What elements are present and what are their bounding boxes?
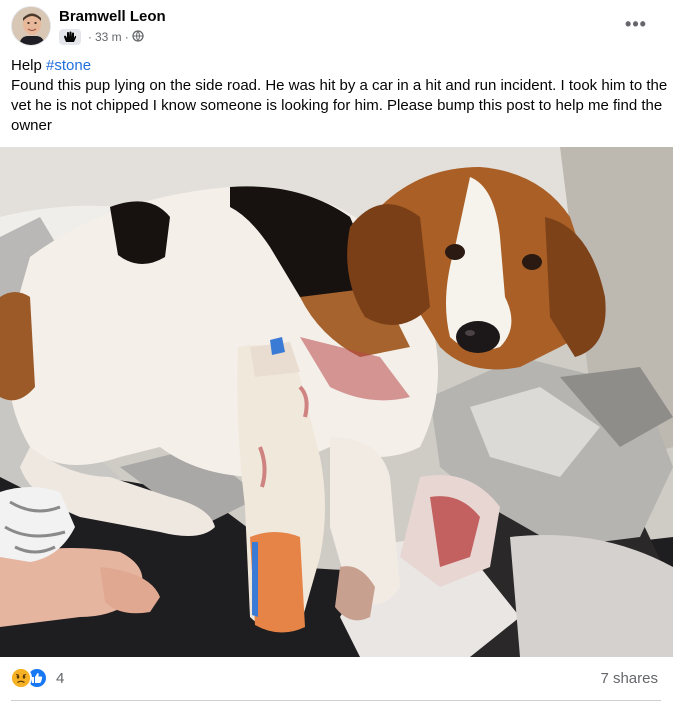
- post-header: Bramwell Leon · 33 m · •••: [0, 0, 690, 54]
- post-text-prefix: Help: [11, 57, 47, 74]
- post-photo[interactable]: [0, 147, 673, 657]
- reaction-count: 4: [56, 669, 65, 687]
- meta-separator: ·: [88, 30, 92, 44]
- avatar-image: [12, 7, 50, 45]
- shares-count[interactable]: 7 shares: [600, 670, 658, 687]
- author-name[interactable]: Bramwell Leon: [59, 8, 166, 25]
- hashtag-link[interactable]: #stone: [46, 57, 91, 74]
- post-body: Found this pup lying on the side road. H…: [11, 77, 668, 134]
- sad-reaction-icon: [10, 667, 32, 689]
- reaction-summary[interactable]: 4: [10, 667, 65, 689]
- feed-post: Bramwell Leon · 33 m · ••• Help #stone F…: [0, 0, 690, 713]
- author-avatar[interactable]: [11, 6, 51, 46]
- footer-divider: [11, 700, 661, 701]
- post-meta: · 33 m ·: [59, 28, 144, 46]
- meta-separator-2: ·: [124, 30, 129, 44]
- globe-icon: [132, 29, 144, 45]
- dog-photo-image: [0, 147, 673, 657]
- post-text: Help #stone Found this pup lying on the …: [11, 56, 671, 136]
- post-time[interactable]: 33 m: [95, 30, 122, 44]
- hand-wave-icon[interactable]: [59, 29, 81, 45]
- more-options-icon[interactable]: •••: [620, 12, 652, 36]
